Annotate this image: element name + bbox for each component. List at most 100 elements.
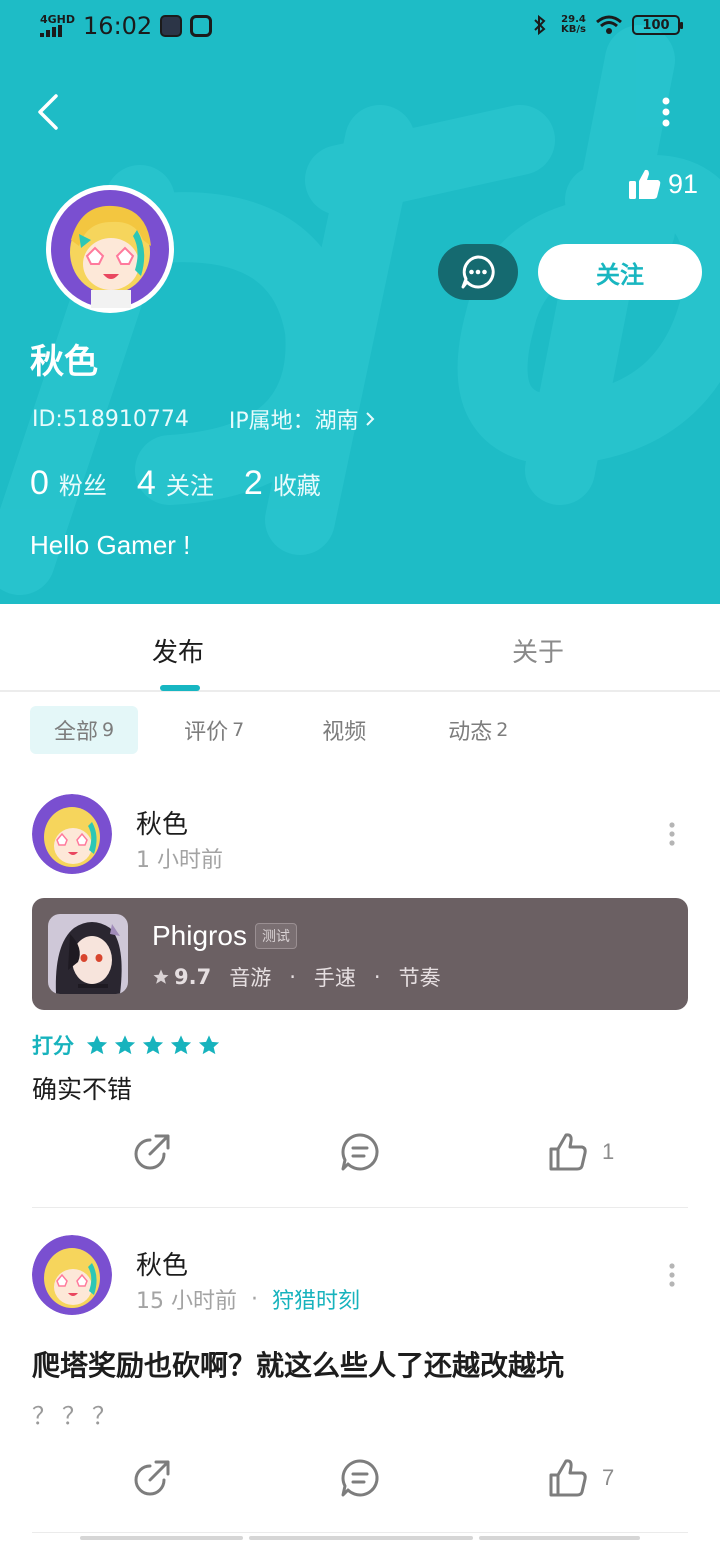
user-id: ID:518910774 xyxy=(32,406,189,432)
tab-indicator xyxy=(160,685,200,691)
post-author-name[interactable]: 秋色 xyxy=(136,1245,188,1282)
game-icon xyxy=(48,914,128,994)
avatar-image xyxy=(32,1235,112,1315)
game-score: 9.7 xyxy=(174,965,212,989)
profile-header: 4GHD 16:02 29.4 KB/s 100 91 关注 秋色 ID:518… xyxy=(0,0,720,604)
filter-moments[interactable]: 动态 2 xyxy=(422,706,534,754)
post-title[interactable]: 爬塔奖励也砍啊？就这么些人了还越改越坑 xyxy=(32,1344,564,1384)
gesture-bar xyxy=(80,1536,640,1542)
thumbs-up-icon xyxy=(549,1133,587,1171)
bar-segment xyxy=(479,1536,640,1540)
avatar-image xyxy=(51,190,169,308)
battery-icon: 100 xyxy=(632,15,683,35)
profile-stats: 0 粉丝 4 关注 2 收藏 xyxy=(30,464,351,503)
notification-app-icon xyxy=(160,15,183,37)
game-meta: 9.7 音游 · 手速 · 节奏 xyxy=(152,962,441,992)
star-icon xyxy=(198,1035,220,1055)
rating-label: 打分 xyxy=(32,1034,74,1058)
filter-all[interactable]: 全部 9 xyxy=(30,706,139,754)
game-tag: 手速 xyxy=(313,966,356,990)
stat-number: 2 xyxy=(243,464,263,502)
tab-about[interactable]: 关于 xyxy=(512,632,564,669)
like-button[interactable]: 1 xyxy=(548,1132,614,1172)
post-author-avatar[interactable] xyxy=(32,1235,112,1315)
ip-location-link[interactable]: IP属地：湖南 xyxy=(229,403,375,435)
game-cover-image xyxy=(48,914,128,994)
tag-separator: · xyxy=(373,965,381,989)
share-button[interactable] xyxy=(132,1458,172,1498)
star-icon xyxy=(153,969,169,984)
comment-button[interactable] xyxy=(340,1458,380,1498)
post-timestamp: 15 小时前 xyxy=(136,1289,237,1314)
game-tag: 音游 xyxy=(229,966,272,990)
post-body[interactable]: 确实不错 xyxy=(32,1070,132,1106)
chevron-right-icon xyxy=(365,412,375,426)
thumbs-up-icon xyxy=(629,169,661,199)
post-divider xyxy=(32,1532,688,1533)
comment-icon xyxy=(341,1133,379,1171)
post-more-button[interactable] xyxy=(662,1255,682,1295)
chat-bubble-icon xyxy=(461,255,495,289)
more-vertical-icon xyxy=(669,822,675,846)
tab-posts[interactable]: 发布 xyxy=(152,632,204,669)
avatar-image xyxy=(32,794,112,874)
filter-label: 评价 xyxy=(184,720,229,745)
signal-icon xyxy=(40,25,62,37)
game-card[interactable]: Phigros 测试 9.7 音游 · 手速 · 节奏 xyxy=(32,898,688,1010)
status-bar: 4GHD 16:02 29.4 KB/s 100 xyxy=(0,0,720,56)
share-icon xyxy=(134,1460,170,1496)
more-options-button[interactable] xyxy=(648,90,684,134)
thumbs-up-icon xyxy=(549,1459,587,1497)
star-icon xyxy=(114,1035,136,1055)
bar-segment xyxy=(248,1536,474,1540)
comment-icon xyxy=(341,1459,379,1497)
like-count: 1 xyxy=(602,1139,615,1164)
post-body[interactable]: ？？？ xyxy=(32,1396,122,1431)
profile-likes: 91 xyxy=(628,168,698,200)
stat-number: 0 xyxy=(30,464,49,502)
bluetooth-icon xyxy=(534,14,546,36)
message-button[interactable] xyxy=(438,244,518,300)
wifi-icon xyxy=(596,15,622,34)
follow-button[interactable]: 关注 xyxy=(538,244,702,300)
post-more-button[interactable] xyxy=(662,814,682,854)
post-actions: 1 xyxy=(0,1132,720,1180)
post-author-avatar[interactable] xyxy=(32,794,112,874)
tag-separator: · xyxy=(289,965,296,989)
network-indicator: 4GHD xyxy=(40,14,75,37)
bar-segment xyxy=(80,1536,243,1540)
ip-location: IP属地：湖南 xyxy=(228,409,359,434)
likes-count: 91 xyxy=(668,168,699,199)
game-title: Phigros xyxy=(152,920,247,951)
share-icon xyxy=(134,1134,170,1170)
meta-separator: · xyxy=(251,1286,258,1312)
like-button[interactable]: 7 xyxy=(548,1458,614,1498)
stat-label: 关注 xyxy=(165,472,214,500)
post-topic-link[interactable]: 狩猎时刻 xyxy=(272,1283,360,1315)
profile-tabs: 发布 关于 xyxy=(0,604,720,692)
post-rating: 打分 xyxy=(32,1030,220,1060)
more-vertical-icon xyxy=(662,97,670,127)
game-tag: 节奏 xyxy=(398,966,441,990)
stat-number: 4 xyxy=(136,464,156,502)
share-button[interactable] xyxy=(132,1132,172,1172)
filter-videos[interactable]: 视频 xyxy=(296,706,392,754)
stat-label: 粉丝 xyxy=(58,472,107,500)
speed-unit: KB/s xyxy=(561,24,586,35)
chevron-left-icon xyxy=(38,94,58,130)
stat-favorites[interactable]: 2 收藏 xyxy=(244,464,321,503)
game-status-badge: 测试 xyxy=(254,923,297,949)
stat-following[interactable]: 4 关注 xyxy=(137,464,214,503)
game-title-row: Phigros 测试 xyxy=(152,920,297,952)
network-speed: 29.4 KB/s xyxy=(561,15,586,35)
filter-label: 视频 xyxy=(322,720,367,745)
post-author-name[interactable]: 秋色 xyxy=(136,804,188,841)
profile-avatar[interactable] xyxy=(46,185,174,313)
stat-label: 收藏 xyxy=(272,472,321,500)
filter-label: 动态 xyxy=(448,720,493,745)
post-divider xyxy=(32,1207,688,1208)
back-button[interactable] xyxy=(28,90,68,134)
comment-button[interactable] xyxy=(340,1132,380,1172)
stat-fans[interactable]: 0 粉丝 xyxy=(30,464,107,503)
filter-reviews[interactable]: 评价 7 xyxy=(158,706,270,754)
